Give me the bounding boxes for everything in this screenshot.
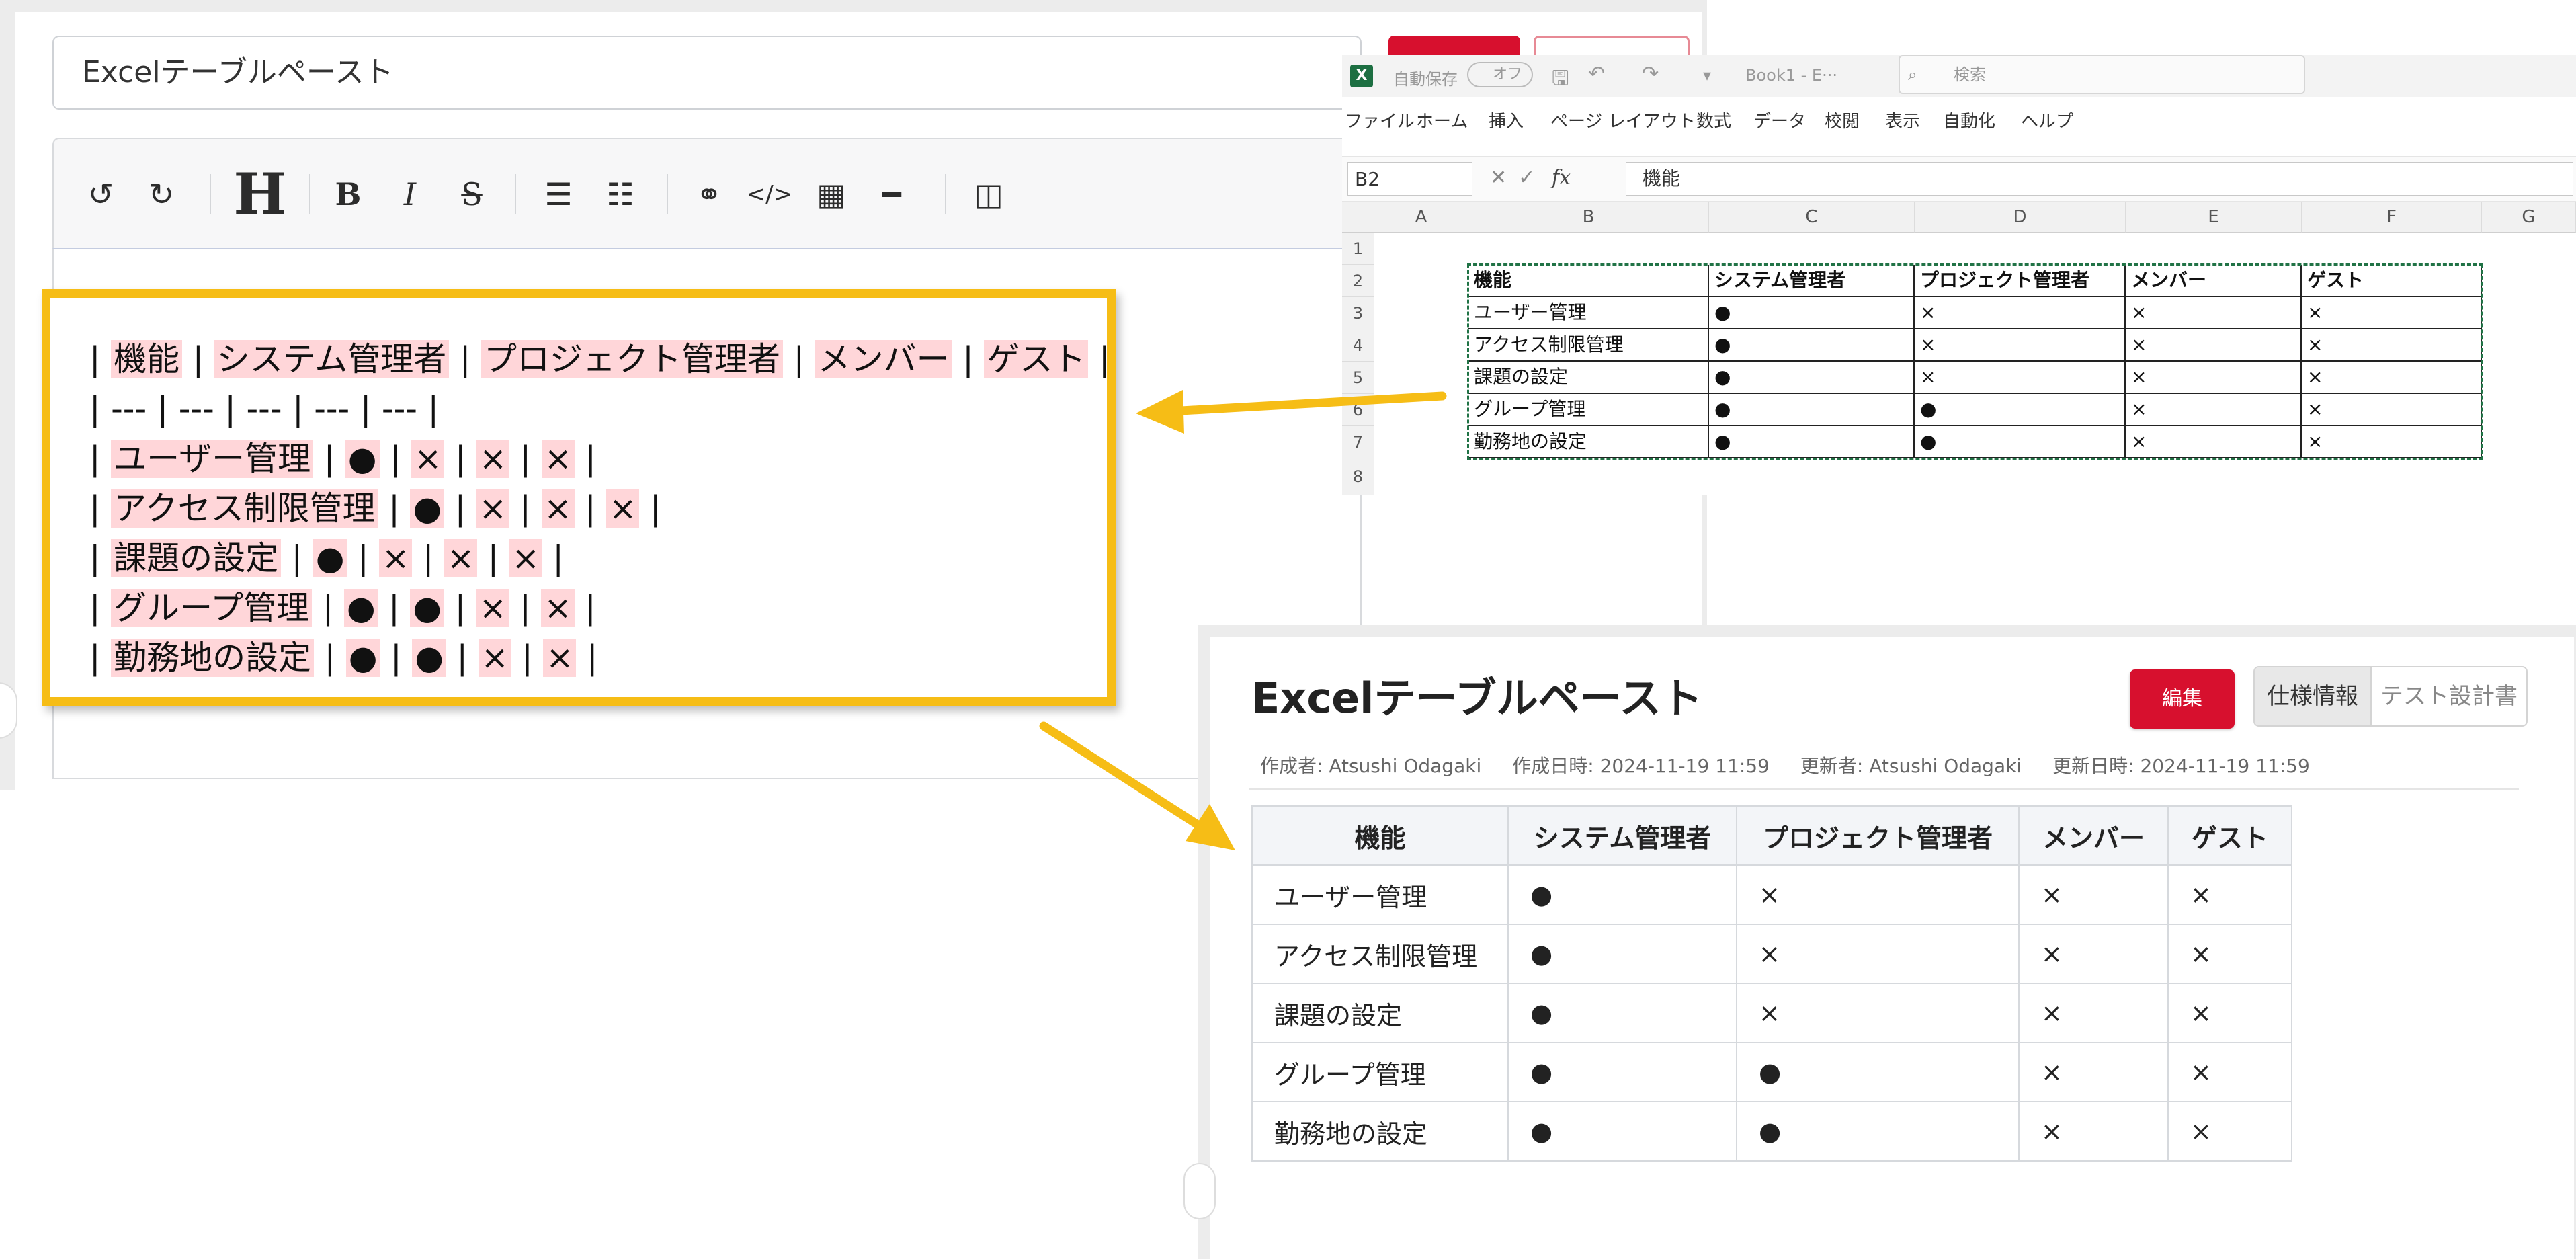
annotation-arrows xyxy=(1039,390,1447,850)
arrow-excel-to-editor xyxy=(1136,390,1447,434)
arrow-editor-to-result xyxy=(1039,721,1235,850)
